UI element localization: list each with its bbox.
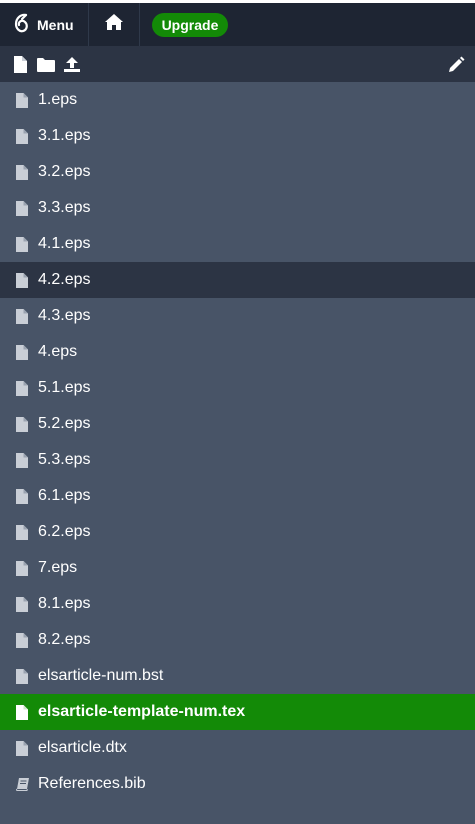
file-name: 4.3.eps: [38, 307, 91, 324]
file-tree-item[interactable]: References.bib: [0, 766, 475, 802]
file-name: elsarticle-template-num.tex: [38, 703, 246, 720]
file-icon: [16, 596, 30, 612]
top-bar: Menu Upgrade: [0, 0, 475, 46]
file-icon: [16, 560, 30, 576]
file-name: 5.1.eps: [38, 379, 91, 396]
file-name: elsarticle.dtx: [38, 739, 127, 756]
file-name: 3.1.eps: [38, 127, 91, 144]
file-name: elsarticle-num.bst: [38, 667, 164, 684]
file-name: 3.2.eps: [38, 163, 91, 180]
file-icon: [16, 452, 30, 468]
file-tree-item[interactable]: 3.3.eps: [0, 190, 475, 226]
file-icon: [16, 416, 30, 432]
file-tree-item[interactable]: 4.eps: [0, 334, 475, 370]
file-icon: [16, 704, 30, 720]
menu-button[interactable]: Menu: [0, 3, 89, 46]
file-tree-item-active[interactable]: elsarticle-template-num.tex: [0, 694, 475, 730]
file-icon: [16, 524, 30, 540]
file-icon: [16, 92, 30, 108]
file-icon: [16, 308, 30, 324]
file-tree-item[interactable]: 6.1.eps: [0, 478, 475, 514]
file-icon: [16, 236, 30, 252]
file-name: 5.3.eps: [38, 451, 91, 468]
file-icon: [16, 164, 30, 180]
file-name: 8.2.eps: [38, 631, 91, 648]
new-folder-icon[interactable]: [36, 54, 56, 74]
file-name: 1.eps: [38, 91, 78, 108]
overleaf-logo-icon: [12, 13, 30, 36]
file-tree-item[interactable]: 8.1.eps: [0, 586, 475, 622]
file-name: 4.2.eps: [38, 271, 91, 288]
file-icon: [16, 128, 30, 144]
file-tree-item[interactable]: 6.2.eps: [0, 514, 475, 550]
file-icon: [16, 272, 30, 288]
rename-pencil-icon[interactable]: [446, 54, 466, 74]
file-tree-item[interactable]: elsarticle-num.bst: [0, 658, 475, 694]
file-icon: [16, 668, 30, 684]
file-tree-item[interactable]: 7.eps: [0, 550, 475, 586]
file-tree-item-selected[interactable]: 4.2.eps: [0, 262, 475, 298]
home-icon: [104, 13, 124, 36]
file-tree-item[interactable]: 5.1.eps: [0, 370, 475, 406]
file-icon: [16, 380, 30, 396]
home-button[interactable]: [89, 3, 140, 46]
file-tree-item[interactable]: 8.2.eps: [0, 622, 475, 658]
file-tree-item[interactable]: 5.2.eps: [0, 406, 475, 442]
file-tree-toolbar: [0, 46, 475, 82]
file-tree-item[interactable]: elsarticle.dtx: [0, 730, 475, 766]
file-icon: [16, 488, 30, 504]
file-name: References.bib: [38, 775, 146, 792]
file-name: 7.eps: [38, 559, 78, 576]
file-tree-item[interactable]: 3.2.eps: [0, 154, 475, 190]
file-name: 6.2.eps: [38, 523, 91, 540]
file-icon: [16, 632, 30, 648]
file-name: 4.eps: [38, 343, 78, 360]
file-icon: [16, 200, 30, 216]
upgrade-button[interactable]: Upgrade: [151, 12, 229, 37]
file-name: 8.1.eps: [38, 595, 91, 612]
file-tree-item[interactable]: 3.1.eps: [0, 118, 475, 154]
menu-label: Menu: [37, 16, 74, 33]
book-icon: [16, 776, 30, 792]
file-name: 4.1.eps: [38, 235, 91, 252]
file-name: 6.1.eps: [38, 487, 91, 504]
file-name: 3.3.eps: [38, 199, 91, 216]
file-name: 5.2.eps: [38, 415, 91, 432]
upload-icon[interactable]: [62, 54, 82, 74]
new-file-icon[interactable]: [10, 54, 30, 74]
file-icon: [16, 344, 30, 360]
file-tree-item[interactable]: 4.1.eps: [0, 226, 475, 262]
file-tree-item[interactable]: 4.3.eps: [0, 298, 475, 334]
file-tree: 1.eps 3.1.eps 3.2.eps 3.3.eps 4.1.eps 4.…: [0, 82, 475, 802]
file-icon: [16, 740, 30, 756]
file-tree-item[interactable]: 1.eps: [0, 82, 475, 118]
file-tree-item[interactable]: 5.3.eps: [0, 442, 475, 478]
